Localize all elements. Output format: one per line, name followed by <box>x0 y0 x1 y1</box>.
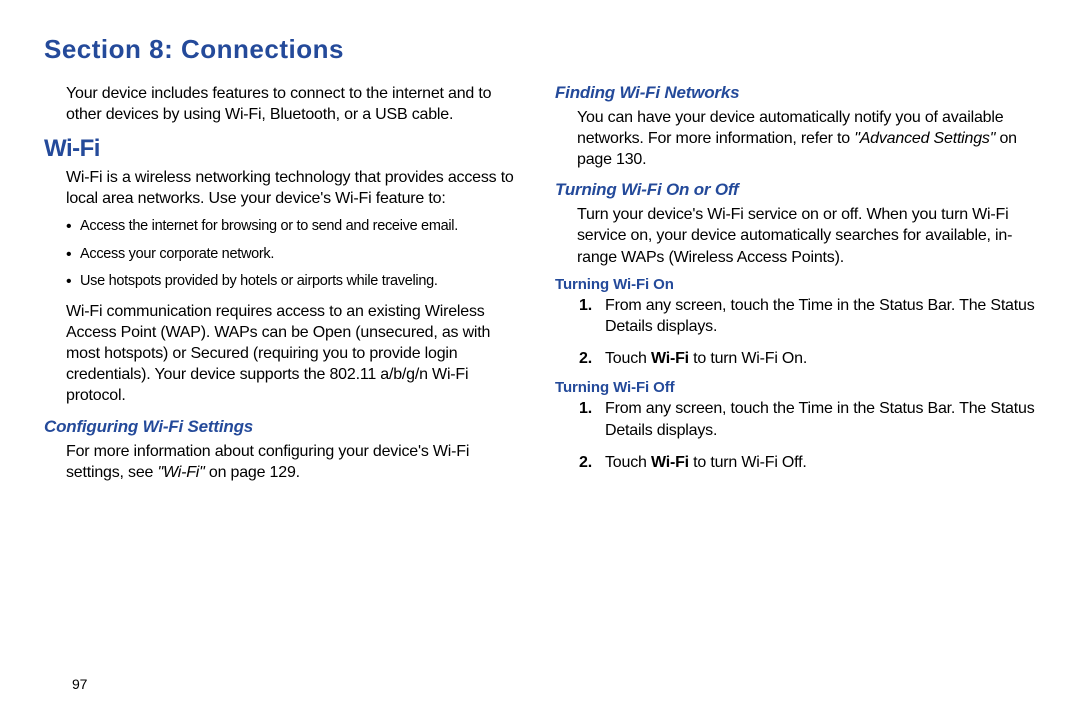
left-column: Your device includes features to connect… <box>44 83 525 489</box>
page-number: 97 <box>72 676 87 692</box>
finding-networks-heading: Finding Wi-Fi Networks <box>555 83 1036 103</box>
wifi-intro-paragraph: Wi-Fi is a wireless networking technolog… <box>66 167 525 209</box>
list-item: From any screen, touch the Time in the S… <box>579 398 1036 441</box>
list-item: Access your corporate network. <box>66 243 525 266</box>
manual-page: Section 8: Connections Your device inclu… <box>0 0 1080 720</box>
two-column-layout: Your device includes features to connect… <box>44 83 1036 489</box>
wifi-heading: Wi-Fi <box>44 135 525 163</box>
bold-text: Wi-Fi <box>651 454 689 471</box>
turning-onoff-paragraph: Turn your device's Wi-Fi service on or o… <box>577 204 1036 267</box>
text: Touch <box>605 454 651 471</box>
turning-off-steps: From any screen, touch the Time in the S… <box>579 398 1036 473</box>
cross-reference: "Wi-Fi" <box>157 464 204 481</box>
intro-paragraph: Your device includes features to connect… <box>66 83 525 125</box>
list-item: From any screen, touch the Time in the S… <box>579 295 1036 338</box>
list-item: Touch Wi-Fi to turn Wi-Fi Off. <box>579 452 1036 474</box>
list-item: Access the internet for browsing or to s… <box>66 215 525 238</box>
cross-reference: "Advanced Settings" <box>854 130 995 147</box>
list-item: Touch Wi-Fi to turn Wi-Fi On. <box>579 348 1036 370</box>
section-heading: Section 8: Connections <box>44 34 1036 65</box>
turning-off-heading: Turning Wi-Fi Off <box>555 379 1036 396</box>
finding-networks-paragraph: You can have your device automatically n… <box>577 107 1036 170</box>
bold-text: Wi-Fi <box>651 350 689 367</box>
configuring-heading: Configuring Wi-Fi Settings <box>44 417 525 437</box>
text: on page 129. <box>205 464 300 481</box>
turning-onoff-heading: Turning Wi-Fi On or Off <box>555 180 1036 200</box>
right-column: Finding Wi-Fi Networks You can have your… <box>555 83 1036 489</box>
turning-on-heading: Turning Wi-Fi On <box>555 276 1036 293</box>
wap-paragraph: Wi-Fi communication requires access to a… <box>66 301 525 407</box>
wifi-bullet-list: Access the internet for browsing or to s… <box>66 215 525 293</box>
text: to turn Wi-Fi Off. <box>689 454 807 471</box>
text: to turn Wi-Fi On. <box>689 350 807 367</box>
configuring-paragraph: For more information about configuring y… <box>66 441 525 483</box>
list-item: Use hotspots provided by hotels or airpo… <box>66 270 525 293</box>
turning-on-steps: From any screen, touch the Time in the S… <box>579 295 1036 370</box>
text: Touch <box>605 350 651 367</box>
